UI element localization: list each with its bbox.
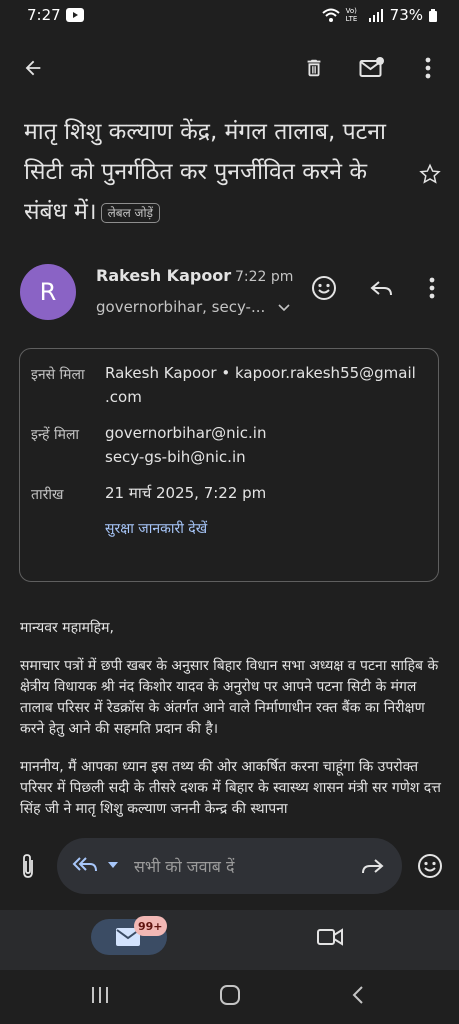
attach-button[interactable] <box>8 846 48 886</box>
from-email: kapoor.rakesh55@gmail <box>234 364 416 382</box>
sender-name: Rakesh Kapoor <box>96 266 232 285</box>
date-value: 21 मार्च 2025, 7:22 pm <box>105 484 267 502</box>
chevron-down-icon <box>278 304 290 312</box>
emoji-button[interactable] <box>410 846 450 886</box>
more-options-button[interactable] <box>408 48 448 88</box>
date-label: तारीख <box>31 487 64 503</box>
back-arrow-icon <box>25 60 41 76</box>
security-info-link[interactable]: सुरक्षा जानकारी देखें <box>105 519 207 538</box>
sender-avatar[interactable]: R <box>20 264 76 320</box>
status-time: 7:27 <box>27 6 61 24</box>
home-button[interactable] <box>210 975 250 1015</box>
system-back-button[interactable] <box>338 975 378 1015</box>
body-paragraph-2: माननीय, मैं आपका ध्यान इस तथ्य की ओर आकर… <box>20 759 441 817</box>
forward-button[interactable] <box>352 846 392 886</box>
smiley-icon <box>312 276 336 300</box>
body-salutation: मान्यवर महामहिम, <box>20 620 114 636</box>
reply-icon <box>370 281 392 296</box>
subject-text: मातृ शिशु कल्याण केंद्र, मंगल तालाब, पटन… <box>24 119 386 225</box>
from-value: Rakesh Kapoor • kapoor.rakesh55@gmail .c… <box>105 364 416 406</box>
star-outline-icon <box>419 163 441 184</box>
attachment-icon <box>23 854 33 878</box>
to-email-1: governorbihar@nic.in <box>105 424 267 442</box>
sender-time: 7:22 pm <box>235 269 294 285</box>
message-details-card: इनसे मिला Rakesh Kapoor • kapoor.rakesh5… <box>19 348 439 582</box>
back-button[interactable] <box>13 48 53 88</box>
more-vert-icon <box>429 277 435 299</box>
forward-icon <box>362 859 384 874</box>
status-right: Vo) LTE 73% <box>321 6 437 24</box>
recipients-summary[interactable]: governorbihar, secy-... <box>96 298 290 316</box>
smiley-icon <box>418 854 442 878</box>
from-email-cont: .com <box>105 388 142 406</box>
battery-percent: 73% <box>389 6 423 24</box>
emoji-react-button[interactable] <box>304 268 344 308</box>
body-paragraph-1: समाचार पत्रों में छपी खबर के अनुसार बिहा… <box>20 658 439 737</box>
mail-unread-badge: 99+ <box>134 916 167 936</box>
youtube-notification-icon <box>66 8 84 26</box>
to-email-2: secy-gs-bih@nic.in <box>105 448 246 466</box>
signal-icon <box>368 9 383 22</box>
email-subject: मातृ शिशु कल्याण केंद्र, मंगल तालाब, पटन… <box>24 112 404 232</box>
star-button[interactable] <box>410 154 450 194</box>
delete-icon <box>307 59 321 77</box>
wifi-icon <box>321 8 340 22</box>
home-icon <box>220 985 240 1005</box>
reply-all-icon <box>72 857 118 872</box>
network-type-label: Vo) LTE <box>345 7 358 23</box>
reply-placeholder: सभी को जवाब दें <box>134 857 235 876</box>
recent-apps-button[interactable] <box>80 975 120 1015</box>
reply-button[interactable] <box>362 268 402 308</box>
email-body-viewport: मान्यवर महामहिम, समाचार पत्रों में छपी ख… <box>0 600 459 818</box>
status-bar: 7:27 Vo) LTE 73% <box>0 0 459 32</box>
message-more-button[interactable] <box>412 268 452 308</box>
add-label-chip[interactable]: लेबल जोड़ें <box>100 202 160 223</box>
video-camera-icon <box>317 928 343 946</box>
from-label: इनसे मिला <box>31 367 85 383</box>
to-label: इन्हें मिला <box>31 427 80 443</box>
bottom-navigation <box>0 910 459 970</box>
battery-icon <box>429 8 437 22</box>
more-vert-icon <box>425 57 431 79</box>
chevron-left-icon <box>352 986 363 1004</box>
reply-all-mode-toggle[interactable] <box>72 854 124 880</box>
delete-button[interactable] <box>294 48 334 88</box>
email-body: मान्यवर महामहिम, समाचार पत्रों में छपी ख… <box>20 618 444 818</box>
from-name: Rakesh Kapoor <box>105 364 217 382</box>
to-value: governorbihar@nic.in secy-gs-bih@nic.in <box>105 421 266 469</box>
meet-tab[interactable] <box>310 917 350 957</box>
recipients-text: governorbihar, secy-... <box>96 298 266 316</box>
recent-apps-icon <box>92 987 108 1003</box>
mark-unread-button[interactable] <box>352 48 392 88</box>
mark-unread-icon <box>359 57 384 77</box>
